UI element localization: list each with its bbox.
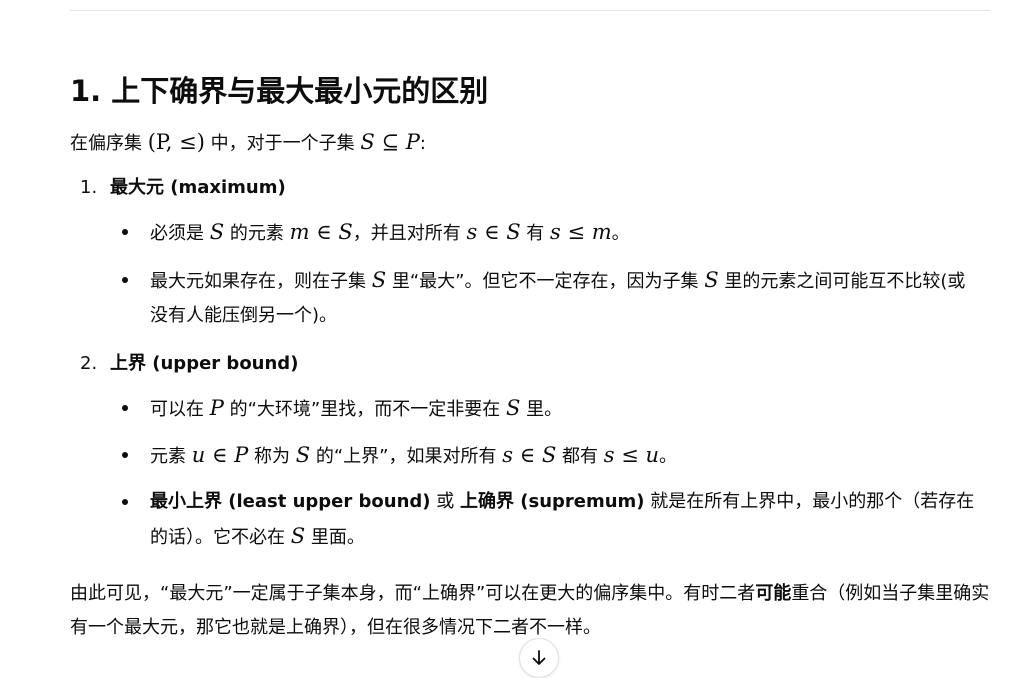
list-item-maximum: 1. 最大元 (maximum) (70, 173, 990, 203)
text: 的“大环境”里找，而不一定非要在 (223, 399, 506, 420)
scroll-to-bottom-button[interactable] (519, 638, 559, 678)
bold-term: 最小上界 (least upper bound) (150, 491, 431, 512)
math: S (290, 524, 306, 548)
math: s ≤ u (603, 443, 659, 467)
math: P (209, 396, 224, 420)
text: 里。 (520, 399, 563, 420)
intro-math-subset: S ⊆ P (360, 130, 420, 154)
maximum-bullets: 必须是 S 的元素 m ∈ S，并且对所有 s ∈ S 有 s ≤ m。 最大元… (70, 215, 990, 333)
math: s ∈ S (502, 443, 557, 467)
text: 。 (611, 223, 630, 244)
bullet-item: 最小上界 (least upper bound) 或 上确界 (supremum… (70, 485, 990, 555)
text: 由此可见，“最大元”一定属于子集本身，而“上确界”可以在更大的偏序集中。有时二者 (70, 583, 756, 604)
bullet-item: 必须是 S 的元素 m ∈ S，并且对所有 s ∈ S 有 s ≤ m。 (70, 215, 990, 251)
message-content: 1. 上下确界与最大最小元的区别 在偏序集 (P, ≤) 中，对于一个子集 S … (70, 70, 990, 645)
bullet-item: 最大元如果存在，则在子集 S 里“最大”。但它不一定存在，因为子集 S 里的元素… (70, 263, 990, 333)
bold-term: 上确界 (supremum) (459, 491, 645, 512)
text: 最大元如果存在，则在子集 (150, 271, 372, 292)
bullet-item: 元素 u ∈ P 称为 S 的“上界”，如果对所有 s ∈ S 都有 s ≤ u… (70, 438, 990, 474)
text: 。 (659, 446, 677, 467)
section-heading: 1. 上下确界与最大最小元的区别 (70, 74, 489, 108)
upper-bound-bullets: 可以在 P 的“大环境”里找，而不一定非要在 S 里。 元素 u ∈ P 称为 … (70, 391, 990, 555)
list-item-title: 最大元 (maximum) (110, 177, 286, 198)
math: S (505, 396, 521, 420)
math: S (704, 268, 719, 292)
math: s ∈ S (466, 220, 521, 244)
list-item-title: 上界 (upper bound) (110, 353, 299, 374)
math: u ∈ P (191, 443, 249, 467)
list-item-upper-bound: 2. 上界 (upper bound) (70, 349, 990, 379)
text: ，并且对所有 (352, 223, 467, 244)
text: 称为 (248, 446, 296, 467)
text: 的元素 (224, 223, 290, 244)
text: 元素 (150, 446, 192, 467)
math: S (295, 443, 311, 467)
math: S (371, 268, 387, 292)
math: S (209, 220, 225, 244)
list-number: 1. (80, 177, 98, 198)
text: 必须是 (150, 223, 210, 244)
bullet-item: 可以在 P 的“大环境”里找，而不一定非要在 S 里。 (70, 391, 990, 427)
math: m ∈ S (289, 220, 353, 244)
text: 或 (430, 491, 460, 512)
text: 有 (520, 223, 551, 244)
text: 的“上界”，如果对所有 (310, 446, 503, 467)
text: 里面。 (305, 527, 365, 548)
intro-math-poset: (P, ≤) (147, 130, 205, 154)
intro-text: 中，对于一个子集 (204, 133, 361, 154)
intro-text: : (419, 133, 426, 154)
math: s ≤ m (550, 220, 612, 244)
bold-term: 可能 (755, 583, 792, 604)
intro-text: 在偏序集 (70, 133, 148, 154)
text: 都有 (556, 446, 604, 467)
conclusion-paragraph: 由此可见，“最大元”一定属于子集本身，而“上确界”可以在更大的偏序集中。有时二者… (70, 577, 990, 645)
arrow-down-icon (532, 650, 546, 665)
text: 里“最大”。但它不一定存在，因为子集 (386, 271, 705, 292)
top-divider (70, 10, 990, 11)
text: 可以在 (150, 399, 210, 420)
list-number: 2. (80, 353, 98, 374)
intro-paragraph: 在偏序集 (P, ≤) 中，对于一个子集 S ⊆ P: (70, 127, 990, 159)
